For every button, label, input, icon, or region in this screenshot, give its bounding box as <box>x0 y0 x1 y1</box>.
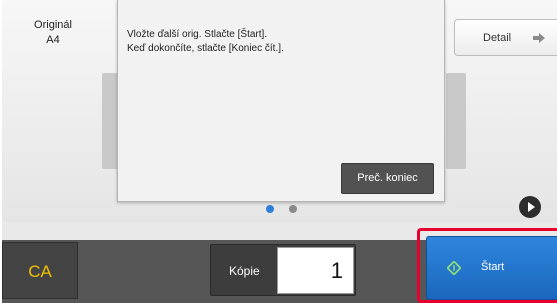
start-button[interactable]: Štart <box>426 236 557 300</box>
original-size: A4 <box>46 34 60 46</box>
detail-button[interactable]: Detail <box>454 19 557 56</box>
dialog-message-line1: Vložte ďalší orig. Stlačte [Štart]. <box>127 29 268 40</box>
clear-all-button[interactable]: CA <box>2 242 78 299</box>
original-label: Originál <box>34 19 72 31</box>
copies-label: Kópie <box>229 264 260 278</box>
play-icon <box>528 202 535 212</box>
next-page-button[interactable] <box>519 196 541 218</box>
arrow-right-icon <box>533 33 545 46</box>
page-indicator-dot-active <box>266 205 274 213</box>
copy-screen: Originál A4 Detail Vložte ďalší orig. St… <box>2 0 557 303</box>
dialog-message-line2: Keď dokončíte, stlačte [Koniec čít.]. <box>127 43 284 54</box>
scan-more-dialog: Vložte ďalší orig. Stlačte [Štart]. Keď … <box>117 0 445 202</box>
page-indicator-dot <box>289 205 297 213</box>
start-label: Štart <box>481 261 505 273</box>
start-diamond-icon <box>446 260 462 280</box>
copies-group: Kópie 1 <box>210 244 356 296</box>
detail-label: Detail <box>483 32 512 44</box>
preview-page-right <box>446 73 466 169</box>
original-info[interactable]: Originál A4 <box>10 18 96 48</box>
read-end-button[interactable]: Preč. koniec <box>341 163 434 194</box>
copies-count-field[interactable]: 1 <box>277 247 354 294</box>
